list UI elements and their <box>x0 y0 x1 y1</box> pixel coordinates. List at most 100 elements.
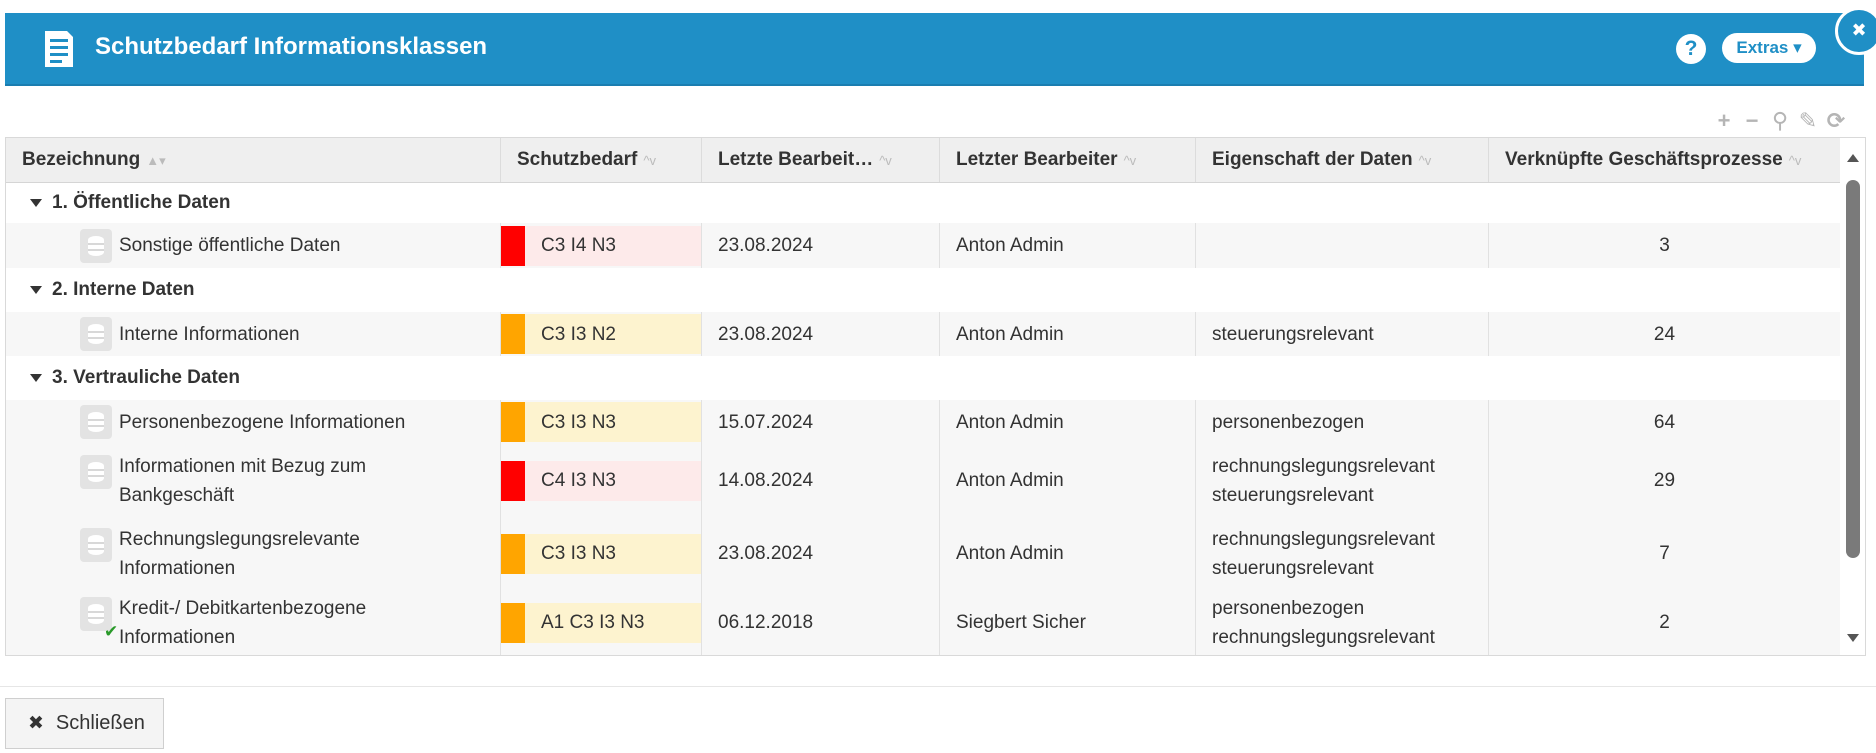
protection-level-swatch <box>501 402 525 442</box>
cell-geschaeftsprozesse-count: 2 <box>1489 590 1840 655</box>
cell-bezeichnung: Sonstige öffentliche Daten <box>6 223 501 268</box>
table-row[interactable]: ✔ Kredit-/ Debitkartenbezogene Information… <box>6 590 1840 655</box>
cell-geschaeftsprozesse-count: 64 <box>1489 400 1840 444</box>
refresh-icon[interactable]: ⟳ <box>1825 110 1847 132</box>
document-icon <box>45 31 73 67</box>
protection-level-value: A1 C3 I3 N3 <box>525 602 701 643</box>
sort-icon[interactable]: ^v <box>1124 153 1137 168</box>
table-row[interactable]: Personenbezogene Informationen C3 I3 N3 15… <box>6 400 1840 445</box>
property-line: rechnungslegungsrelevant <box>1212 626 1435 648</box>
close-icon[interactable]: ✖ <box>1835 7 1876 55</box>
vertical-scrollbar[interactable] <box>1841 138 1865 655</box>
column-header-letzte-bearbeitung[interactable]: Letzte Bearbeit… ^v <box>702 138 940 182</box>
cell-bezeichnung: Personenbezogene Informationen <box>6 400 501 444</box>
column-header-bezeichnung[interactable]: Bezeichnung ▲▾ <box>6 138 501 182</box>
cell-schutzbedarf: C3 I3 N3 <box>501 517 702 590</box>
group-label[interactable]: 3. Vertrauliche Daten <box>30 356 240 400</box>
cell-letzte-bearbeitung: 23.08.2024 <box>702 517 940 590</box>
extras-menu-button[interactable]: Extras ▾ <box>1722 33 1816 63</box>
property-line: steuerungsrelevant <box>1212 323 1374 345</box>
row-name-line: Informationen mit Bezug zum <box>119 455 367 477</box>
column-header-eigenschaft[interactable]: Eigenschaft der Daten ^v <box>1196 138 1489 182</box>
table-row[interactable]: Sonstige öffentliche Daten C3 I4 N3 23.08.… <box>6 223 1840 269</box>
scroll-up-icon[interactable] <box>1847 154 1859 162</box>
database-icon: ✔ <box>80 596 118 641</box>
row-name: Interne Informationen <box>119 312 300 356</box>
scrollbar-thumb[interactable] <box>1846 180 1860 558</box>
cell-text: Anton Admin <box>956 470 1064 491</box>
protection-level-value: C4 I3 N3 <box>525 460 701 501</box>
help-button[interactable]: ? <box>1676 34 1706 64</box>
collapse-caret-icon[interactable] <box>30 286 42 294</box>
cell-schutzbedarf: C4 I3 N3 <box>501 444 702 517</box>
table-row[interactable]: Informationen mit Bezug zum Bankgeschäft C… <box>6 444 1840 518</box>
protection-level-swatch <box>501 533 525 574</box>
column-header-schutzbedarf[interactable]: Schutzbedarf ^v <box>501 138 702 182</box>
row-name-line: Interne Informationen <box>119 323 300 345</box>
cell-text: 23.08.2024 <box>718 543 814 564</box>
row-name-line: Rechnungslegungsrelevante <box>119 528 360 550</box>
row-name: Informationen mit Bezug zum Bankgeschäft <box>119 444 366 517</box>
cell-eigenschaft: personenbezogen <box>1196 400 1489 444</box>
cell-letzter-bearbeiter: Anton Admin <box>940 517 1196 590</box>
row-name-line: Sonstige öffentliche Daten <box>119 235 341 256</box>
group-title: 1. Öffentliche Daten <box>52 192 231 213</box>
wrench-icon[interactable]: ✎ <box>1797 110 1819 132</box>
cell-text: Anton Admin <box>956 543 1064 564</box>
protection-level-value: C3 I3 N2 <box>525 314 701 354</box>
property-line: rechnungslegungsrelevant <box>1212 455 1435 477</box>
group-label[interactable]: 1. Öffentliche Daten <box>30 183 230 223</box>
cell-geschaeftsprozesse-count: 3 <box>1489 223 1840 268</box>
row-name-line: Informationen <box>119 626 236 648</box>
collapse-caret-icon[interactable] <box>30 374 42 382</box>
sort-icon[interactable]: ^v <box>1419 153 1432 168</box>
close-button[interactable]: ✖ Schließen <box>5 698 164 749</box>
sort-icon[interactable]: ▲▾ <box>146 153 165 168</box>
protection-level-value: C3 I3 N3 <box>525 402 701 442</box>
database-icon <box>80 454 112 489</box>
cell-text: 23.08.2024 <box>718 235 814 256</box>
remove-icon[interactable]: − <box>1741 110 1763 132</box>
property-line: personenbezogen <box>1212 411 1365 433</box>
add-icon[interactable]: + <box>1713 110 1735 132</box>
group-row[interactable]: 2. Interne Daten <box>6 268 1840 313</box>
cell-text: 14.08.2024 <box>718 470 814 491</box>
cell-letzte-bearbeitung: 15.07.2024 <box>702 400 940 444</box>
cell-letzter-bearbeiter: Anton Admin <box>940 400 1196 444</box>
sort-icon[interactable]: ^v <box>879 153 892 168</box>
search-icon[interactable]: ⚲ <box>1769 110 1791 132</box>
group-title: 2. Interne Daten <box>52 279 195 300</box>
cell-text: 24 <box>1653 323 1676 345</box>
cell-letzte-bearbeitung: 23.08.2024 <box>702 223 940 268</box>
cell-letzter-bearbeiter: Siegbert Sicher <box>940 590 1196 655</box>
database-icon <box>80 317 112 351</box>
cell-eigenschaft: personenbezogen rechnungslegungsrelevant <box>1196 590 1489 655</box>
scroll-down-icon[interactable] <box>1847 634 1859 642</box>
sort-icon[interactable]: ^v <box>1789 153 1802 168</box>
cell-eigenschaft: steuerungsrelevant <box>1196 312 1489 356</box>
cell-bezeichnung: Interne Informationen <box>6 312 501 356</box>
close-icon: ✖ <box>28 713 44 734</box>
table-row[interactable]: Rechnungslegungsrelevante Informationen C3… <box>6 517 1840 591</box>
cell-bezeichnung: Informationen mit Bezug zum Bankgeschäft <box>6 444 501 517</box>
group-row[interactable]: 3. Vertrauliche Daten <box>6 356 1840 401</box>
sort-icon[interactable]: ^v <box>643 153 656 168</box>
footer-divider <box>0 686 1876 687</box>
group-row[interactable]: 1. Öffentliche Daten <box>6 183 1840 224</box>
column-header-letzter-bearbeiter[interactable]: Letzter Bearbeiter ^v <box>940 138 1196 182</box>
row-name-line: Informationen <box>119 557 236 579</box>
group-label[interactable]: 2. Interne Daten <box>30 268 195 312</box>
collapse-caret-icon[interactable] <box>30 199 42 207</box>
database-icon <box>80 228 112 263</box>
property-line: steuerungsrelevant <box>1212 557 1374 579</box>
group-title: 3. Vertrauliche Daten <box>52 367 240 388</box>
cell-letzter-bearbeiter: Anton Admin <box>940 223 1196 268</box>
protection-level-swatch <box>501 314 525 354</box>
column-header-geschaeftsprozesse[interactable]: Verknüpfte Geschäftsprozesse ^v <box>1489 138 1840 182</box>
table-row[interactable]: Interne Informationen C3 I3 N2 23.08.2024 A… <box>6 312 1840 357</box>
protection-level-value: C3 I4 N3 <box>525 225 701 266</box>
cell-text: Anton Admin <box>956 323 1064 345</box>
cell-schutzbedarf: C3 I3 N2 <box>501 312 702 356</box>
cell-eigenschaft: rechnungslegungsrelevant steuerungsreleva… <box>1196 517 1489 590</box>
cell-text: 3 <box>1659 235 1670 256</box>
